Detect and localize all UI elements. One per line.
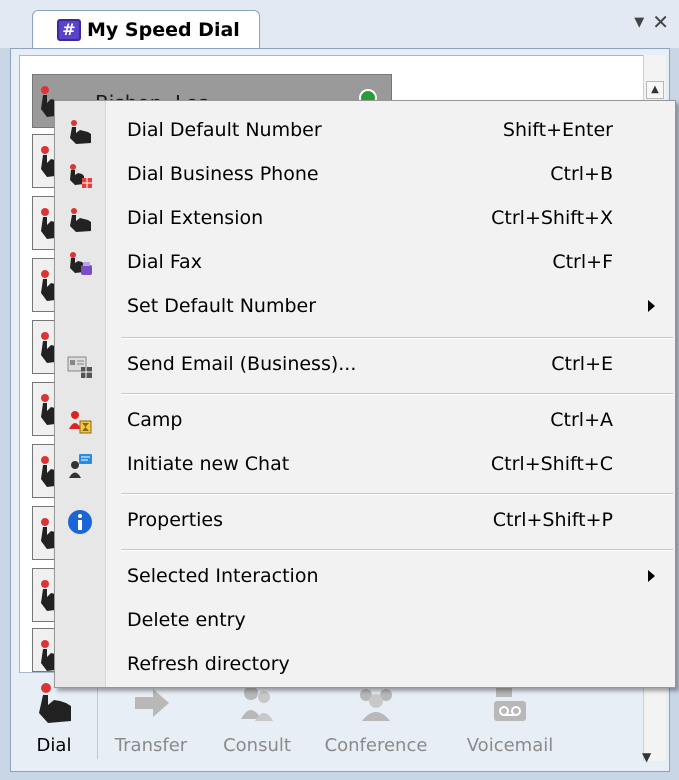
consult-label: Consult: [223, 735, 291, 756]
voicemail-label: Voicemail: [466, 735, 554, 756]
tab-my-speed-dial[interactable]: # My Speed Dial: [32, 10, 260, 48]
menu-item-dial-default-number[interactable]: Dial Default Number Shift+Enter: [55, 109, 675, 153]
speed-dial-window: # My Speed Dial ▼ ✕ Bishop, Lea: [0, 0, 679, 780]
submenu-arrow-icon: [648, 570, 655, 582]
dropdown-icon[interactable]: ▼: [634, 10, 644, 36]
menu-item-initiate-new-chat[interactable]: Initiate new Chat Ctrl+Shift+C: [55, 443, 675, 487]
email-card-icon: [67, 356, 92, 378]
tab-bar: # My Speed Dial ▼ ✕: [0, 0, 679, 48]
close-icon[interactable]: ✕: [652, 10, 669, 36]
menu-separator: [121, 493, 673, 495]
camp-icon: [69, 411, 92, 434]
scroll-up-button[interactable]: ▲: [646, 81, 664, 99]
menu-item-label: Camp: [127, 409, 183, 431]
context-menu: Dial Default Number Shift+Enter Dial Bus…: [54, 100, 676, 688]
dial-business-icon: [70, 164, 92, 188]
menu-item-set-default-number[interactable]: Set Default Number: [55, 285, 675, 329]
chat-icon: [69, 454, 92, 478]
window-controls: ▼ ✕: [634, 10, 669, 36]
menu-item-label: Send Email (Business)...: [127, 353, 357, 375]
menu-item-dial-business-phone[interactable]: Dial Business Phone Ctrl+B: [55, 153, 675, 197]
menu-item-refresh-directory[interactable]: Refresh directory: [55, 643, 675, 687]
dial-label: Dial: [36, 735, 72, 756]
menu-item-shortcut: Ctrl+Shift+X: [491, 207, 613, 229]
toolbar-overflow-icon[interactable]: ▼: [642, 750, 651, 764]
menu-item-label: Properties: [127, 509, 224, 531]
menu-item-shortcut: Ctrl+E: [551, 353, 613, 375]
speed-dial-icon: #: [57, 18, 81, 41]
toolbar-divider: [97, 679, 98, 759]
menu-item-label: Dial Default Number: [127, 119, 322, 141]
menu-item-dial-extension[interactable]: Dial Extension Ctrl+Shift+X: [55, 197, 675, 241]
menu-separator: [121, 337, 673, 339]
menu-item-label: Dial Business Phone: [127, 163, 319, 185]
dial-hand-icon: [70, 120, 91, 144]
menu-item-dial-fax[interactable]: Dial Fax Ctrl+F: [55, 241, 675, 285]
menu-separator: [121, 393, 673, 395]
menu-item-send-email-business[interactable]: Send Email (Business)... Ctrl+E: [55, 343, 675, 387]
menu-item-label: Delete entry: [127, 609, 246, 631]
menu-item-shortcut: Ctrl+F: [552, 251, 613, 273]
dial-fax-icon: [70, 252, 92, 275]
menu-item-shortcut: Ctrl+Shift+P: [492, 509, 613, 531]
menu-item-label: Refresh directory: [127, 653, 290, 675]
menu-item-camp[interactable]: Camp Ctrl+A: [55, 399, 675, 443]
tab-title: My Speed Dial: [87, 18, 240, 41]
transfer-label: Transfer: [114, 735, 188, 756]
menu-item-properties[interactable]: Properties Ctrl+Shift+P: [55, 499, 675, 543]
conference-label: Conference: [324, 735, 428, 756]
menu-item-label: Dial Fax: [127, 251, 202, 273]
menu-item-shortcut: Shift+Enter: [502, 119, 613, 141]
menu-item-delete-entry[interactable]: Delete entry: [55, 599, 675, 643]
menu-item-label: Dial Extension: [127, 207, 264, 229]
menu-item-label: Selected Interaction: [127, 565, 319, 587]
dial-extension-icon: [70, 208, 91, 232]
menu-item-selected-interaction[interactable]: Selected Interaction: [55, 555, 675, 599]
info-icon: [68, 510, 92, 534]
menu-item-label: Set Default Number: [127, 295, 317, 317]
menu-separator: [121, 549, 673, 551]
menu-item-shortcut: Ctrl+Shift+C: [490, 453, 613, 475]
menu-item-shortcut: Ctrl+B: [550, 163, 613, 185]
menu-item-shortcut: Ctrl+A: [550, 409, 613, 431]
submenu-arrow-icon: [648, 300, 655, 312]
menu-item-label: Initiate new Chat: [127, 453, 290, 475]
